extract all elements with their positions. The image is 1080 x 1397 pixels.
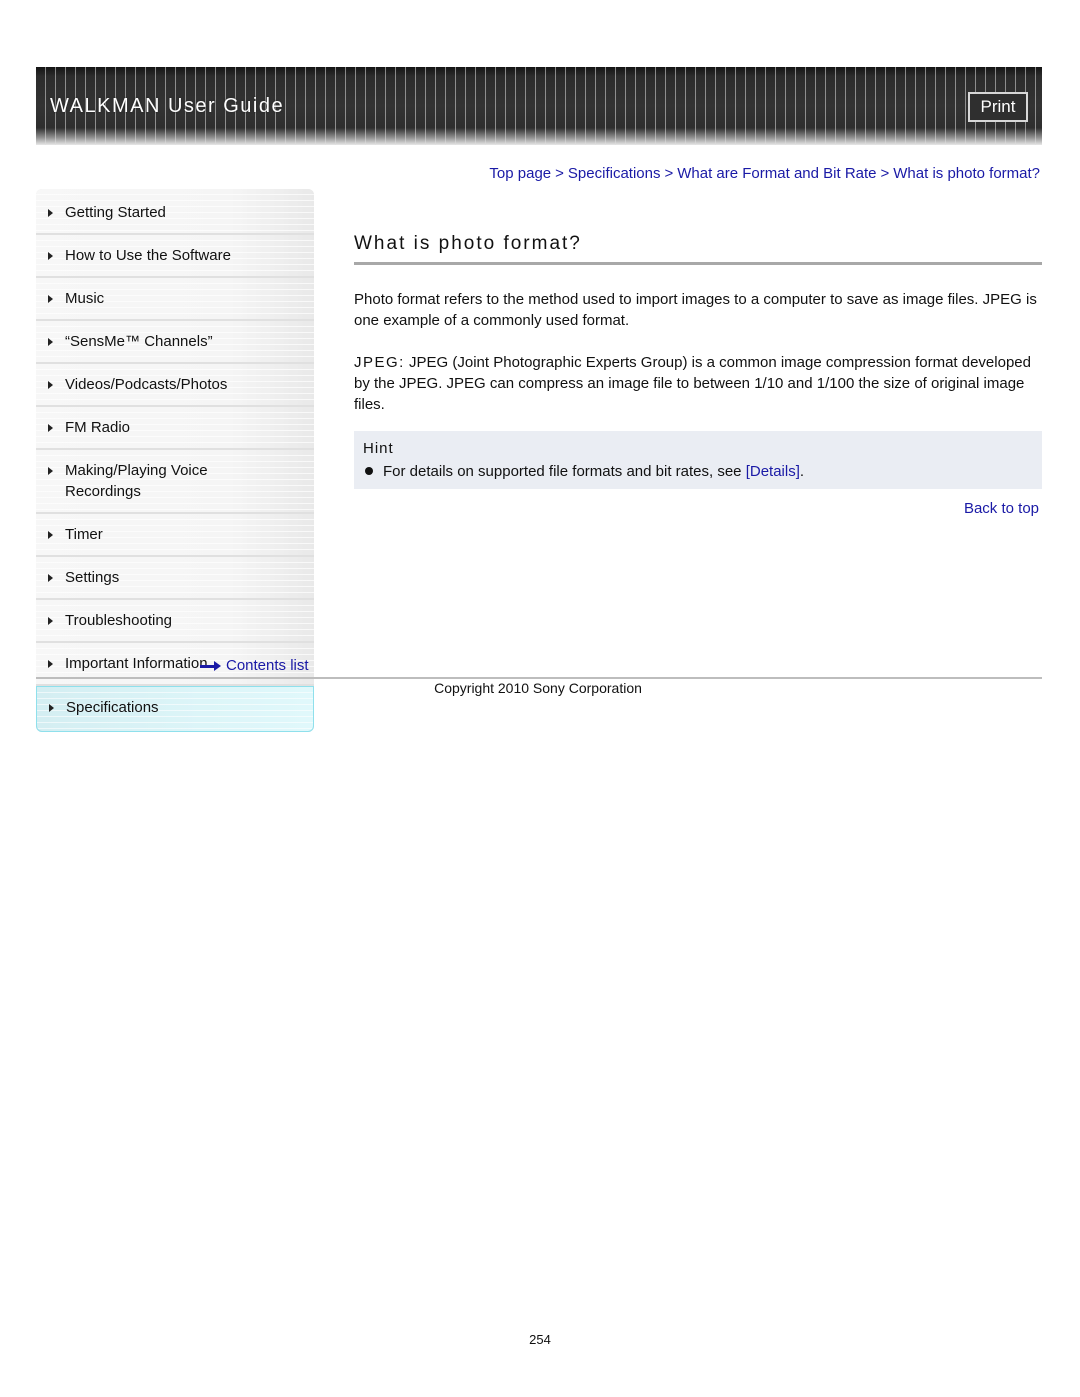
sidebar-item-label: Troubleshooting (65, 612, 173, 629)
jpeg-description: JPEG (Joint Photographic Experts Group) … (354, 354, 1031, 413)
triangle-right-icon (49, 704, 54, 712)
guide-title: WALKMAN User Guide (50, 95, 285, 117)
sidebar-item-label: FM Radio (65, 419, 131, 436)
triangle-right-icon (48, 574, 53, 582)
triangle-right-icon (48, 209, 53, 217)
footer-divider (36, 677, 1042, 679)
triangle-right-icon (48, 295, 53, 303)
sidebar-item-videos-podcasts-photos[interactable]: Videos/Podcasts/Photos (36, 364, 314, 407)
sidebar-item-label: Videos/Podcasts/Photos (65, 376, 228, 393)
triangle-right-icon (48, 338, 53, 346)
breadcrumb-separator: > (555, 165, 564, 182)
title-divider (354, 262, 1042, 265)
jpeg-term: JPEG: (354, 354, 405, 371)
sidebar-item-fm-radio[interactable]: FM Radio (36, 407, 314, 450)
sidebar-item-label: Making/Playing Voice Recordings (65, 462, 208, 500)
breadcrumb-current-page[interactable]: What is photo format? (893, 165, 1040, 182)
sidebar-nav: Getting Started How to Use the Software … (36, 189, 314, 732)
sidebar-item-music[interactable]: Music (36, 278, 314, 321)
sidebar-item-label: Specifications (66, 699, 159, 716)
jpeg-paragraph: JPEG: JPEG (Joint Photographic Experts G… (354, 352, 1042, 415)
arrow-right-icon (200, 661, 224, 672)
breadcrumb-top-page[interactable]: Top page (489, 165, 551, 182)
page-number: 254 (529, 1332, 551, 1347)
breadcrumb: Top page > Specifications > What are Format … (489, 165, 1040, 182)
bullet-icon (365, 467, 373, 475)
sidebar-item-label: How to Use the Software (65, 247, 231, 264)
contents-list-label: Contents list (226, 657, 309, 674)
sidebar-item-label: “SensMe™ Channels” (65, 333, 213, 350)
triangle-right-icon (48, 531, 53, 539)
sidebar-item-troubleshooting[interactable]: Troubleshooting (36, 600, 314, 643)
body-paragraph: Photo format refers to the method used t… (354, 291, 1037, 329)
breadcrumb-separator: > (880, 165, 890, 182)
sidebar-item-timer[interactable]: Timer (36, 514, 314, 557)
header-banner: WALKMAN User Guide Print (36, 67, 1042, 145)
breadcrumb-format-bit-rate[interactable]: What are Format and Bit Rate (677, 165, 876, 182)
sidebar-item-label: Settings (65, 569, 120, 586)
contents-list-link[interactable]: Contents list (200, 657, 309, 674)
sidebar-item-voice-recordings[interactable]: Making/Playing Voice Recordings (36, 450, 314, 514)
sidebar-item-getting-started[interactable]: Getting Started (36, 189, 314, 235)
breadcrumb-specifications[interactable]: Specifications (568, 165, 661, 182)
triangle-right-icon (48, 252, 53, 260)
back-to-top-link[interactable]: Back to top (964, 500, 1039, 517)
sidebar-item-label: Getting Started (65, 204, 166, 221)
print-button[interactable]: Print (968, 92, 1028, 122)
triangle-right-icon (48, 467, 53, 475)
hint-box: Hint For details on supported file forma… (354, 431, 1042, 489)
triangle-right-icon (48, 381, 53, 389)
details-link[interactable]: [Details] (746, 463, 800, 480)
triangle-right-icon (48, 660, 53, 668)
triangle-right-icon (48, 424, 53, 432)
hint-text-end: . (799, 463, 805, 480)
sidebar-item-label: Timer (65, 526, 103, 543)
copyright: Copyright 2010 Sony Corporation (434, 680, 642, 696)
sidebar-item-settings[interactable]: Settings (36, 557, 314, 600)
sidebar-item-how-to-use-software[interactable]: How to Use the Software (36, 235, 314, 278)
hint-label: Hint (363, 440, 394, 457)
hint-text: For details on supported file formats an… (383, 463, 746, 480)
breadcrumb-separator: > (664, 165, 674, 182)
sidebar-item-label: Important Information (65, 655, 208, 672)
page-title: What is photo format? (354, 233, 582, 254)
sidebar-item-label: Music (65, 290, 105, 307)
hint-item: For details on supported file formats an… (365, 461, 804, 482)
sidebar-item-sensme-channels[interactable]: “SensMe™ Channels” (36, 321, 314, 364)
triangle-right-icon (48, 617, 53, 625)
